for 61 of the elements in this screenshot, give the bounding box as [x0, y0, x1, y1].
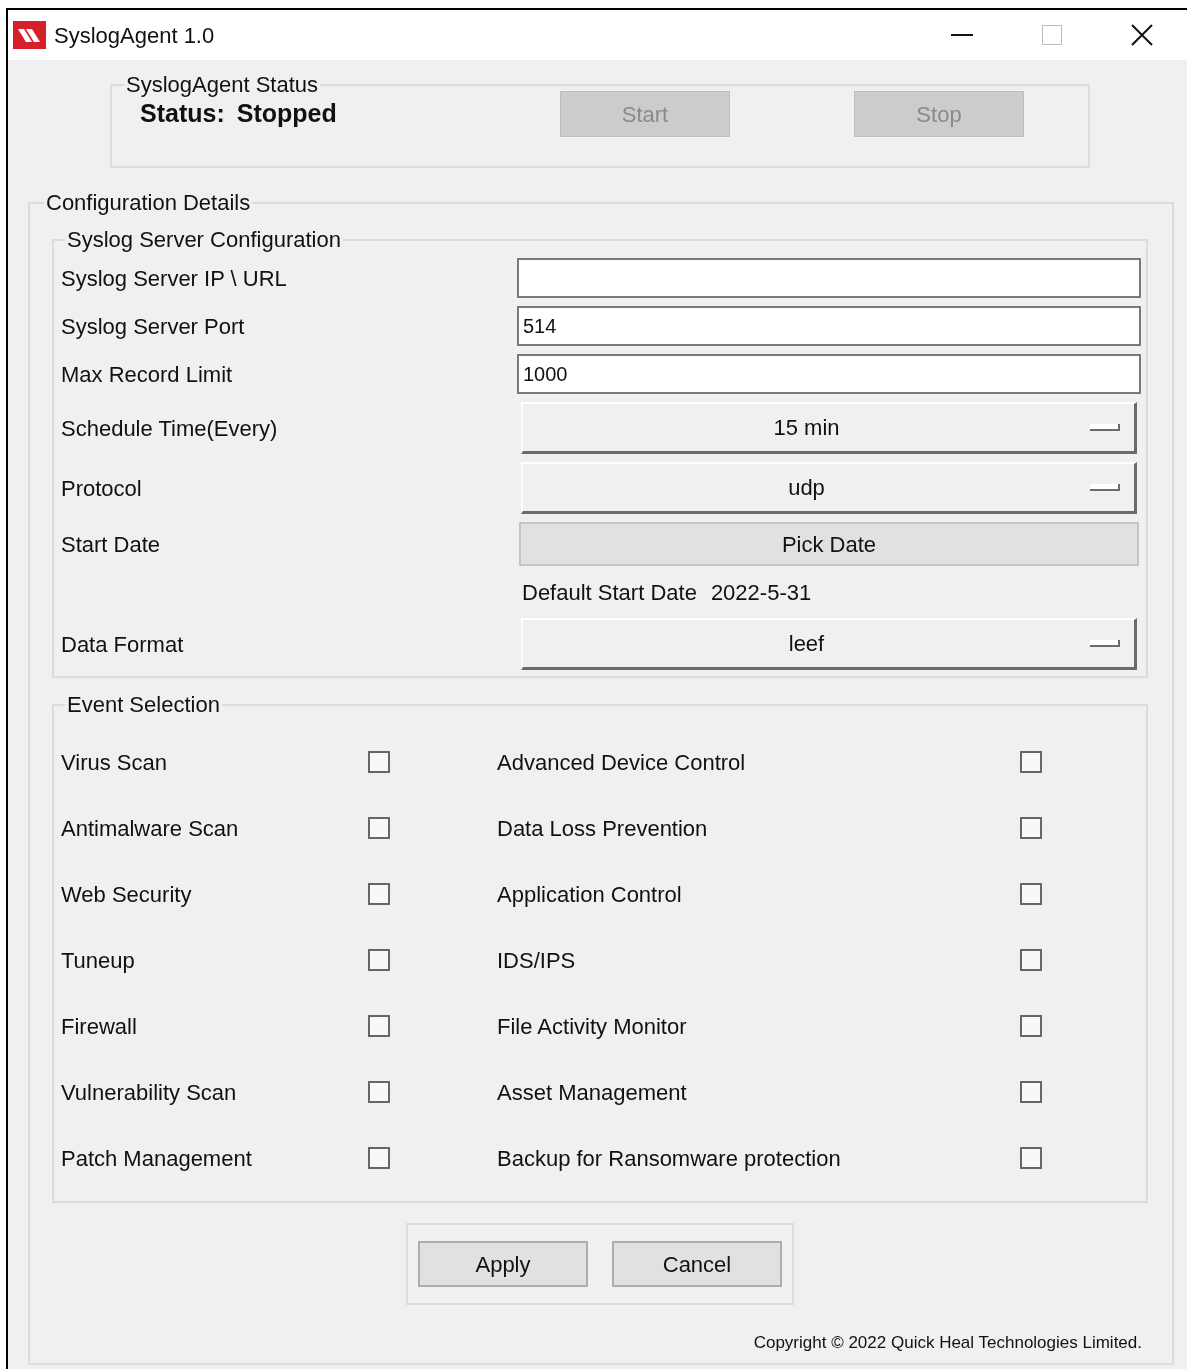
event-label: File Activity Monitor [497, 1012, 688, 1041]
dropdown[interactable]: leef [521, 618, 1137, 670]
default-date-value: 2022-5-31 [710, 578, 812, 607]
default-date-label: Default Start Date [522, 578, 697, 607]
checkbox[interactable] [368, 817, 390, 839]
field-label: Syslog Server IP \ URL [61, 264, 288, 293]
event-label: IDS/IPS [497, 946, 577, 975]
event-label: Web Security [61, 880, 193, 909]
field-label: Max Record Limit [61, 360, 234, 389]
event-label: Advanced Device Control [497, 748, 747, 777]
window-title: SyslogAgent 1.0 [54, 21, 215, 50]
checkbox[interactable] [1020, 817, 1042, 839]
pick-date-button[interactable]: Pick Date [519, 522, 1139, 566]
checkbox[interactable] [1020, 751, 1042, 773]
field-label: Schedule Time(Every) [61, 414, 279, 443]
input-field[interactable]: 514 [517, 306, 1141, 346]
status-label: Status: [140, 98, 225, 130]
event-label: Data Loss Prevention [497, 814, 709, 843]
checkbox[interactable] [1020, 949, 1042, 971]
event-label: Virus Scan [61, 748, 168, 777]
dropdown-indicator-icon [1090, 484, 1120, 491]
app-logo-icon [13, 21, 46, 49]
checkbox[interactable] [1020, 883, 1042, 905]
group-title: Event Selection [66, 691, 221, 719]
field-label: Syslog Server Port [61, 312, 246, 341]
input-field[interactable]: 1000 [517, 354, 1141, 394]
field-label: Protocol [61, 474, 143, 503]
event-label: Tuneup [61, 946, 136, 975]
checkbox[interactable] [1020, 1081, 1042, 1103]
copyright-text: Copyright © 2022 Quick Heal Technologies Limited. [753, 1331, 1142, 1354]
field-label: Start Date [61, 530, 162, 559]
input-field[interactable] [517, 258, 1141, 298]
checkbox[interactable] [1020, 1147, 1042, 1169]
checkbox[interactable] [368, 949, 390, 971]
event-label: Firewall [61, 1012, 138, 1041]
dropdown[interactable]: 15 min [521, 402, 1137, 454]
action-button[interactable]: Cancel [612, 1241, 782, 1287]
dropdown-indicator-icon [1090, 424, 1120, 431]
minimize-icon [951, 34, 973, 36]
checkbox[interactable] [368, 1081, 390, 1103]
close-icon [1131, 24, 1153, 46]
group-title: Configuration Details [45, 189, 252, 217]
group-title: Syslog Server Configuration [66, 226, 342, 254]
event-label: Antimalware Scan [61, 814, 240, 843]
checkbox[interactable] [368, 1015, 390, 1037]
checkbox[interactable] [368, 751, 390, 773]
action-button[interactable]: Apply [418, 1241, 588, 1287]
event-label: Backup for Ransomware protection [497, 1144, 842, 1173]
dropdown-indicator-icon [1090, 640, 1120, 647]
dropdown[interactable]: udp [521, 462, 1137, 514]
event-label: Asset Management [497, 1078, 688, 1107]
event-label: Vulnerability Scan [61, 1078, 238, 1107]
checkbox[interactable] [368, 883, 390, 905]
event-label: Patch Management [61, 1144, 253, 1173]
status-value: Stopped [236, 98, 337, 130]
group-title: SyslogAgent Status [125, 71, 319, 99]
checkbox[interactable] [368, 1147, 390, 1169]
maximize-icon [1042, 25, 1062, 45]
event-label: Application Control [497, 880, 683, 909]
checkbox[interactable] [1020, 1015, 1042, 1037]
field-label: Data Format [61, 630, 185, 659]
